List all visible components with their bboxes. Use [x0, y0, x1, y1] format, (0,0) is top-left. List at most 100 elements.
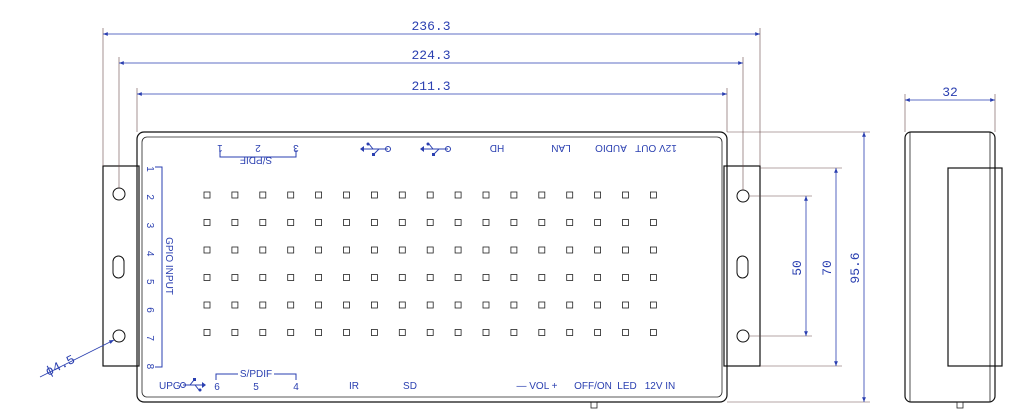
vent-hole [510, 329, 518, 336]
bottom-spdif-4: 4 [293, 382, 299, 393]
vent-hole [398, 191, 406, 199]
vent-hole [259, 301, 267, 309]
vent-hole [426, 274, 434, 281]
vent-hole [566, 329, 574, 336]
gpio-pin-label: 4 [144, 251, 155, 257]
vent-hole [426, 219, 434, 226]
vent-hole [231, 246, 239, 254]
vent-hole [482, 329, 490, 336]
gpio-pin-label: 7 [144, 335, 155, 341]
dim-body-width: 211.3 [411, 79, 450, 94]
vent-hole [370, 301, 378, 309]
vent-hole [538, 191, 546, 199]
vent-hole [622, 329, 629, 336]
vent-hole [510, 191, 518, 199]
vent-hole [650, 219, 657, 226]
vent-hole [622, 274, 629, 281]
vent-hole [650, 329, 657, 336]
vent-hole [538, 219, 546, 226]
vent-hole [259, 329, 267, 336]
vent-hole [482, 219, 490, 226]
ir-label: IR [349, 381, 359, 392]
vent-hole [538, 274, 546, 281]
dim-height-inner: 50 [790, 260, 805, 276]
vent-grid [203, 191, 657, 336]
led-label: LED [617, 381, 636, 392]
vent-hole [510, 274, 518, 281]
gpio-pin-label: 8 [144, 364, 155, 370]
vent-hole [510, 301, 518, 309]
vent-hole [594, 246, 601, 254]
gpio-pin-label: 5 [144, 279, 155, 285]
vent-hole [343, 191, 350, 199]
vent-hole [287, 219, 295, 226]
vent-hole [315, 329, 323, 336]
top-spdif-2: 2 [255, 142, 261, 153]
bottom-spdif-5: 5 [253, 382, 259, 393]
vent-hole [231, 191, 239, 199]
vent-hole [622, 191, 629, 199]
vent-hole [510, 246, 518, 254]
dim-height-mid: 70 [820, 260, 835, 276]
left-mounting-flange [102, 165, 140, 367]
mount-hole-top-left [112, 187, 126, 201]
vent-hole [482, 191, 490, 199]
vent-hole [454, 246, 462, 254]
vent-hole [287, 246, 295, 254]
vent-hole [454, 274, 462, 281]
vent-hole [594, 219, 601, 226]
slot-left [112, 255, 125, 279]
bottom-spdif-6: 6 [214, 382, 220, 393]
vent-hole [398, 219, 406, 226]
vent-hole [203, 246, 211, 254]
vent-hole [203, 219, 211, 226]
top-audio-label: AUDIO [595, 142, 627, 153]
vent-hole [650, 274, 657, 281]
vent-hole [231, 274, 239, 281]
enclosure-outer [136, 131, 728, 403]
vent-hole [594, 274, 601, 281]
upg-label: UPG [159, 381, 181, 392]
vent-hole [594, 301, 601, 309]
vent-hole [566, 219, 574, 226]
vent-hole [343, 301, 350, 309]
vent-hole [343, 219, 350, 226]
vent-hole [343, 246, 350, 254]
front-view [102, 131, 761, 409]
vent-hole [370, 274, 378, 281]
slot-right [736, 255, 749, 279]
vent-hole [622, 246, 629, 254]
vent-hole [426, 191, 434, 199]
vent-hole [231, 329, 239, 336]
dim-height-total: 95.6 [848, 252, 863, 283]
vent-hole [370, 246, 378, 254]
enclosure-inner [141, 136, 723, 398]
vent-hole [398, 329, 406, 336]
gpio-pin-label: 2 [144, 194, 155, 200]
vent-hole [538, 301, 546, 309]
vent-hole [454, 329, 462, 336]
dim-hole-diameter: ϕ4.5 [43, 352, 78, 380]
vent-hole [259, 191, 267, 199]
vent-hole [650, 191, 657, 199]
horizontal-dimensions: 236.3 224.3 211.3 [102, 19, 761, 190]
off-on-label: OFF/ON [574, 381, 612, 392]
sd-label: SD [403, 381, 417, 392]
top-connector-labels: S/PDIF 3 2 1 HD LAN AUDIO 12V OUT [217, 142, 677, 165]
vent-hole [315, 191, 323, 199]
dim-overall-width: 236.3 [411, 19, 450, 34]
vent-hole [231, 301, 239, 309]
vent-hole [510, 219, 518, 226]
vent-hole [370, 219, 378, 226]
gpio-input-label: GPIO INPUT [163, 237, 174, 295]
vent-hole [482, 274, 490, 281]
top-spdif-group-label: S/PDIF [240, 154, 272, 165]
top-hd-label: HD [490, 142, 504, 153]
vent-hole [203, 191, 211, 199]
vent-hole [566, 274, 574, 281]
vent-hole [538, 329, 546, 336]
vent-hole [287, 274, 295, 281]
gpio-pin-label: 6 [144, 307, 155, 313]
12v-in-label: 12V IN [645, 381, 676, 392]
vent-hole [398, 274, 406, 281]
